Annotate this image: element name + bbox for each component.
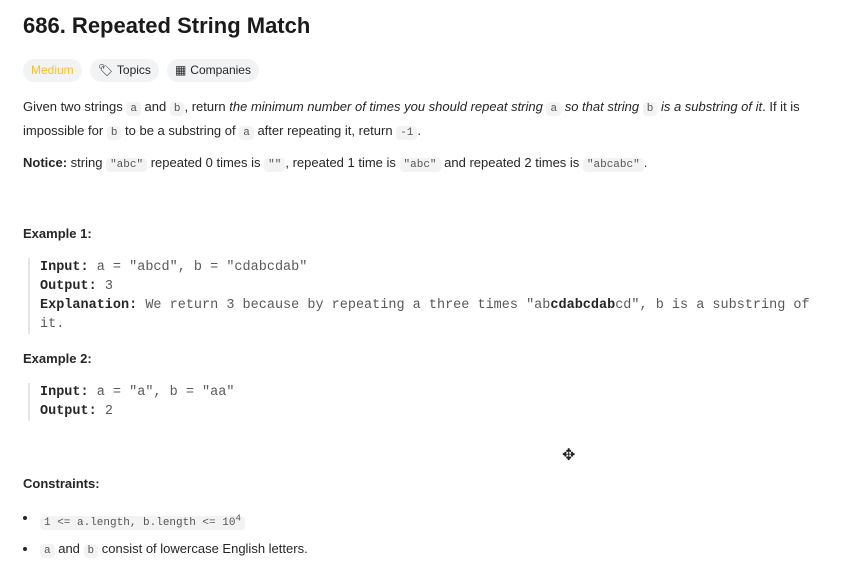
- move-cursor-icon: ✥: [562, 447, 576, 464]
- constraint-item: 1 <= a.length, b.length <= 104: [23, 507, 308, 538]
- difficulty-badge: Medium: [23, 59, 82, 82]
- problem-description: Given two strings a and b, return the mi…: [23, 99, 800, 140]
- notice: Notice: string "abc" repeated 0 times is…: [23, 155, 648, 172]
- example-2-block: Input: a = "a", b = "aa" Output: 2: [28, 383, 830, 421]
- tag-row: Medium 🏷︎ Topics ▦ Companies: [23, 59, 259, 82]
- topics-button[interactable]: 🏷︎ Topics: [89, 59, 159, 82]
- constraint-item: a and b consist of lowercase English let…: [23, 538, 308, 569]
- building-icon: ▦: [174, 63, 187, 77]
- example-1-block: Input: a = "abcd", b = "cdabcdab" Output…: [28, 258, 830, 334]
- page-title: 686. Repeated String Match: [23, 13, 311, 38]
- constraints-heading: Constraints:: [23, 476, 100, 491]
- tag-icon: 🏷︎: [97, 63, 113, 77]
- constraints-list: 1 <= a.length, b.length <= 104 a and b c…: [23, 507, 308, 569]
- example-2-heading: Example 2:: [23, 351, 92, 366]
- companies-button[interactable]: ▦ Companies: [166, 59, 259, 82]
- example-1-heading: Example 1:: [23, 226, 92, 241]
